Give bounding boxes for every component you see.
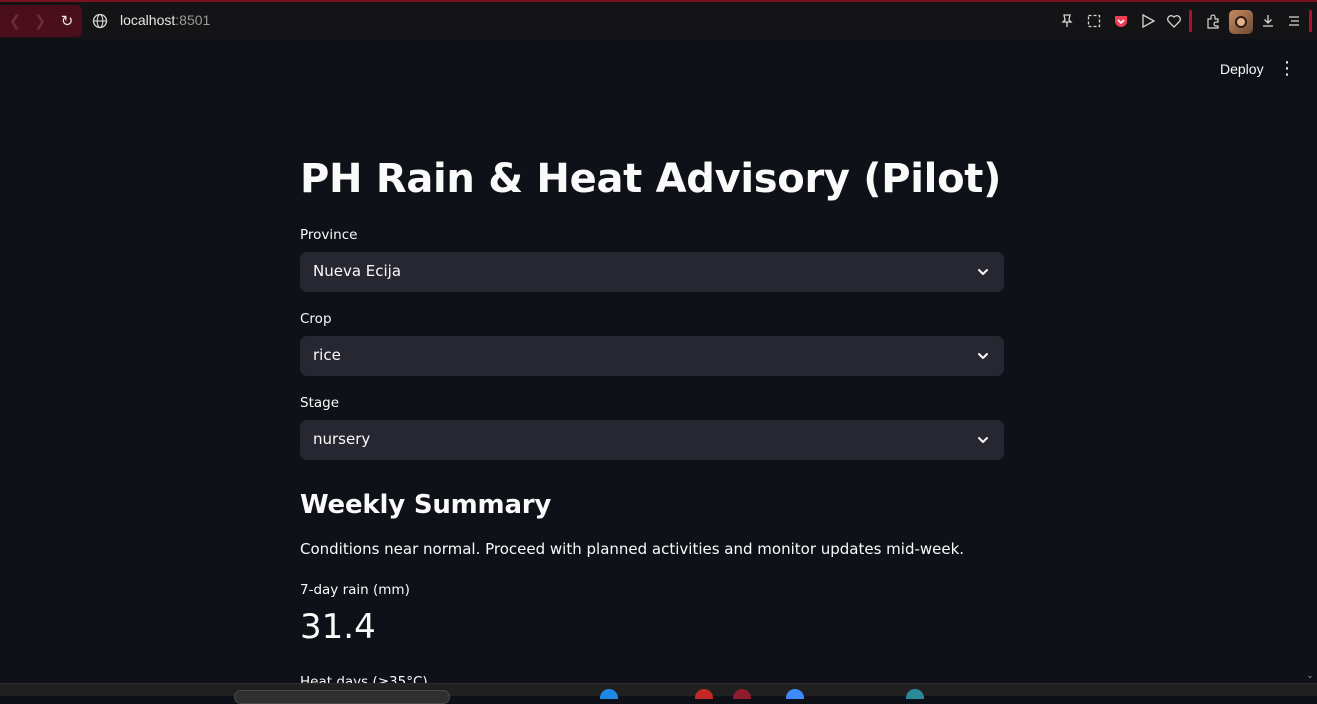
chevron-down-icon xyxy=(978,353,988,359)
pocket-icon[interactable] xyxy=(1113,13,1129,29)
rain-metric-label: 7-day rain (mm) xyxy=(300,582,410,598)
stage-label: Stage xyxy=(300,395,340,411)
stage-select[interactable]: nursery xyxy=(300,420,1004,460)
download-icon[interactable] xyxy=(1260,13,1276,29)
toolbar-separator xyxy=(1189,10,1192,32)
send-icon[interactable] xyxy=(1140,13,1156,29)
chevron-down-icon xyxy=(978,437,988,443)
screenshot-icon[interactable] xyxy=(1086,13,1102,29)
taskbar-app-icon[interactable] xyxy=(695,689,713,699)
taskbar-app-icon[interactable] xyxy=(786,689,804,699)
page-title: PH Rain & Heat Advisory (Pilot) xyxy=(300,156,1002,202)
toolbar-separator-right xyxy=(1309,10,1312,32)
taskbar-search[interactable] xyxy=(234,690,450,704)
province-select[interactable]: Nueva Ecija xyxy=(300,252,1004,292)
stage-value: nursery xyxy=(313,430,371,448)
extensions-icon[interactable] xyxy=(1205,13,1221,29)
province-label: Province xyxy=(300,227,358,243)
weekly-summary-heading: Weekly Summary xyxy=(300,490,552,520)
pin-icon[interactable] xyxy=(1059,13,1075,29)
province-value: Nueva Ecija xyxy=(313,262,402,280)
forward-icon[interactable]: ❯ xyxy=(31,12,49,30)
chevron-down-icon xyxy=(978,269,988,275)
globe-icon xyxy=(92,13,108,29)
heart-icon[interactable] xyxy=(1166,13,1182,29)
url-port: :8501 xyxy=(175,12,211,28)
more-options-icon[interactable]: ⋮ xyxy=(1277,58,1297,80)
reload-icon[interactable]: ↻ xyxy=(58,12,76,30)
avatar[interactable] xyxy=(1229,10,1253,34)
taskbar-app-icon[interactable] xyxy=(906,689,924,699)
rain-metric-value: 31.4 xyxy=(300,607,376,647)
url-host: localhost xyxy=(120,12,176,28)
taskbar-app-icon[interactable] xyxy=(600,689,618,699)
menu-icon[interactable] xyxy=(1286,13,1302,29)
taskbar xyxy=(0,683,1317,704)
crop-value: rice xyxy=(313,346,341,364)
deploy-button[interactable]: Deploy xyxy=(1210,56,1274,82)
crop-select[interactable]: rice xyxy=(300,336,1004,376)
browser-toolbar: ❮ ❯ ↻ localhost:8501 xyxy=(0,0,1317,39)
crop-label: Crop xyxy=(300,311,332,327)
scroll-down-icon[interactable]: ⌄ xyxy=(1305,671,1315,681)
browser-nav-group: ❮ ❯ ↻ xyxy=(0,5,82,37)
back-icon[interactable]: ❮ xyxy=(6,12,24,30)
summary-text: Conditions near normal. Proceed with pla… xyxy=(300,540,965,558)
url-bar[interactable]: localhost:8501 xyxy=(120,12,210,28)
taskbar-app-icon[interactable] xyxy=(733,689,751,699)
